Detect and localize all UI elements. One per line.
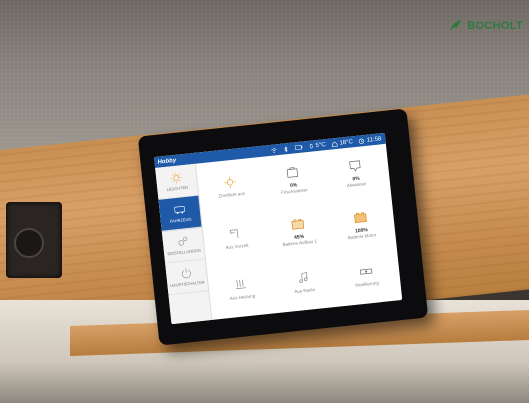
- tile-frischwasser[interactable]: 0% Frischwasser: [259, 152, 327, 210]
- battery-icon: [294, 144, 303, 151]
- wall-socket: [6, 202, 62, 278]
- tile-nivellierung[interactable]: Nivellierung: [332, 247, 400, 305]
- sidebar-item-label: Einstellungen: [167, 247, 201, 257]
- socket-knob: [14, 228, 44, 258]
- sidebar-item-leuchten[interactable]: Leuchten: [155, 163, 199, 200]
- watermark-text: BOCHOLT: [467, 20, 523, 32]
- tile-vorzelt[interactable]: Aus Vorzelt: [202, 209, 270, 267]
- tile-batterie-aufbau[interactable]: 45% Batterie Aufbau 1: [265, 203, 333, 261]
- control-panel-device: Hobby 5°C 18°C 11:58 LEUCHTEN FAHRZEUG E…: [137, 108, 429, 346]
- tile-label: Aus Radio: [294, 287, 316, 295]
- level-icon: [359, 268, 372, 275]
- settings-icon: [178, 236, 188, 246]
- battery-motor-icon: [353, 212, 367, 223]
- wifi-icon: [271, 147, 278, 154]
- sidebar-item-label: Fahrzeug: [169, 216, 192, 224]
- sidebar-item-hauptschalter[interactable]: Hauptschalter: [165, 259, 209, 296]
- tile-abwasser[interactable]: 0% Abwasser: [322, 145, 390, 203]
- inside-temp: 18°C: [331, 139, 353, 147]
- tile-label: Batterie Motor: [347, 232, 377, 241]
- tile-label: Nivellierung: [355, 280, 380, 288]
- power-icon: [181, 268, 191, 279]
- sidebar-item-fahrzeug[interactable]: Fahrzeug: [158, 195, 202, 232]
- tile-label: Zündlicht aus: [218, 191, 246, 200]
- sidebar-item-einstellungen[interactable]: Einstellungen: [161, 227, 205, 264]
- inside-temp-value: 18°C: [339, 138, 354, 147]
- clock-value: 11:58: [366, 135, 382, 144]
- tile-grid: Zündlicht aus 0% Frischwasser 0% Abwasse…: [197, 145, 400, 318]
- tile-label: Frischwasser: [280, 187, 308, 196]
- sidebar-item-label: Hauptschalter: [169, 279, 205, 289]
- vehicle-icon: [174, 205, 185, 214]
- leaf-icon: [450, 20, 463, 30]
- touch-screen[interactable]: Hobby 5°C 18°C 11:58 LEUCHTEN FAHRZEUG E…: [153, 132, 403, 325]
- battery-body-icon: [291, 218, 305, 230]
- tile-label: Abwasser: [346, 181, 367, 189]
- clock: 11:58: [359, 136, 382, 144]
- tile-label: Aus Heizung: [229, 293, 256, 302]
- scene: BOCHOLT Hobby 5°C 18°C 11:58 LEUCHTEN FA…: [0, 0, 529, 403]
- sun-icon: [170, 172, 182, 184]
- music-icon: [299, 271, 308, 284]
- tile-label: Batterie Aufbau 1: [282, 238, 318, 247]
- waste-tank-icon: [348, 160, 361, 173]
- light-icon: [224, 177, 237, 189]
- tile-heizung[interactable]: Aus Heizung: [208, 260, 276, 318]
- watermark-logo: BOCHOLT: [448, 18, 523, 34]
- outside-temp-value: 5°C: [315, 141, 326, 149]
- tile-radio[interactable]: Aus Radio: [270, 254, 338, 312]
- heater-icon: [236, 279, 247, 290]
- sidebar-item-label: Leuchten: [166, 184, 189, 192]
- water-tank-icon: [286, 167, 299, 179]
- tile-zuendlicht[interactable]: Zündlicht aus: [197, 158, 265, 216]
- bluetooth-icon: [282, 145, 289, 152]
- tile-batterie-motor[interactable]: 100% Batterie Motor: [327, 196, 395, 254]
- tile-label: Aus Vorzelt: [225, 242, 249, 250]
- outside-temp: 5°C: [308, 142, 326, 150]
- awning-icon: [230, 228, 239, 238]
